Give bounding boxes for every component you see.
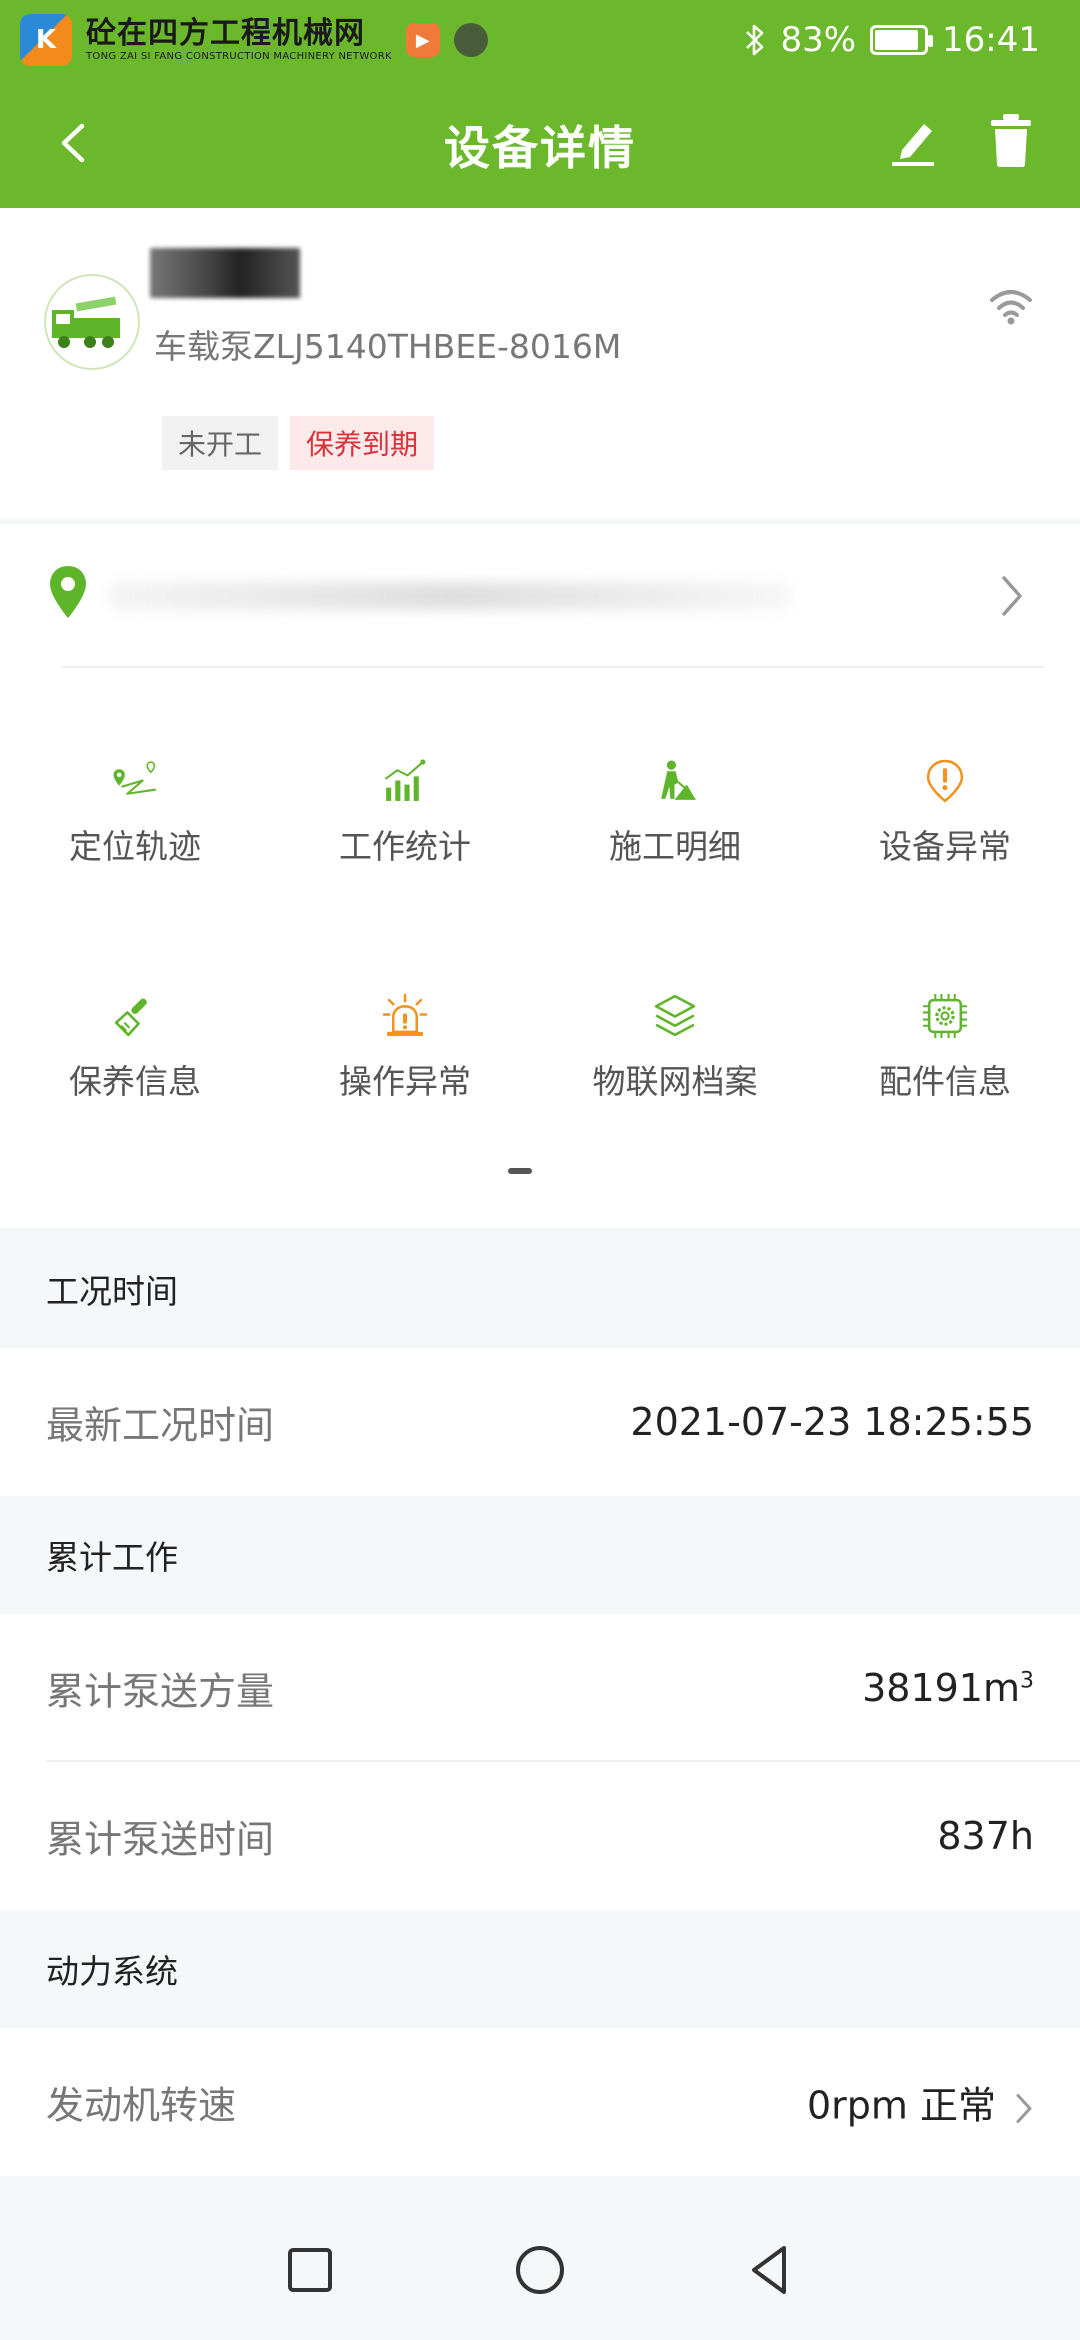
status-time: 16:41 (942, 20, 1040, 60)
wifi-signal-icon (990, 290, 1032, 325)
trash-icon[interactable] (988, 112, 1034, 168)
grid-item-maintenance-info[interactable]: 保养信息 (0, 903, 270, 1103)
back-nav-icon[interactable] (738, 2238, 802, 2302)
watermark-logo-icon: K (20, 14, 72, 66)
notification-app-icon (453, 23, 488, 57)
grid-label: 施工明细 (609, 827, 741, 866)
battery-level (875, 30, 919, 50)
grid-item-location-track[interactable]: 定位轨迹 (0, 668, 270, 868)
row-value: 38191m3 (862, 1666, 1034, 1710)
unit-superscript: 3 (1020, 1668, 1034, 1694)
section-header-cumulative-work: 累计工作 (0, 1496, 1080, 1614)
grid-label: 定位轨迹 (69, 827, 201, 866)
grid-label: 物联网档案 (592, 1062, 758, 1101)
row-latest-condition-time: 最新工况时间 2021-07-23 18:25:55 (0, 1348, 1080, 1496)
grid-item-work-statistics[interactable]: 工作统计 (270, 668, 540, 868)
statistics-icon (385, 759, 426, 801)
truck-icon (52, 296, 120, 348)
watermark-logo: 砼在四方工程机械网 TONG ZAI SI FANG CONSTRUCTION … (86, 15, 392, 62)
section-header-condition-time: 工况时间 (0, 1230, 1080, 1348)
grid-label: 设备异常 (879, 827, 1011, 866)
construction-worker-icon (661, 760, 696, 800)
row-engine-speed[interactable]: 发动机转速 0rpm 正常 (0, 2028, 1080, 2176)
title-bar: 设备详情 (0, 90, 1080, 200)
grid-label: 工作统计 (339, 827, 471, 866)
grid-label: 操作异常 (339, 1062, 471, 1101)
location-track-icon (113, 761, 156, 795)
grid-item-equipment-anomaly[interactable]: 设备异常 (810, 668, 1080, 868)
row-value: 0rpm 正常 (807, 2075, 1034, 2130)
row-value-text: 0rpm 正常 (806, 2083, 996, 2128)
row-value-text: 38191m (862, 1666, 1020, 1710)
device-name-redacted (150, 248, 300, 298)
location-row[interactable] (0, 524, 1080, 668)
row-label: 累计泵送时间 (46, 1817, 275, 1862)
location-pin-icon (50, 566, 86, 618)
row-label: 累计泵送方量 (46, 1669, 275, 1714)
brush-icon (114, 998, 147, 1037)
grid-item-iot-archive[interactable]: 物联网档案 (540, 903, 810, 1103)
device-model: 车载泵ZLJ5140THBEE-8016M (154, 327, 622, 366)
grid-item-operation-anomaly[interactable]: 操作异常 (270, 903, 540, 1103)
status-badge-idle: 未开工 (162, 416, 279, 470)
section-header-power-system: 动力系统 (0, 1910, 1080, 2028)
video-app-icon: ▶ (405, 23, 440, 57)
grid-label: 保养信息 (69, 1062, 201, 1101)
watermark-logo-text: 砼在四方工程机械网 (86, 15, 365, 51)
grid-item-parts-info[interactable]: 配件信息 (810, 903, 1080, 1103)
app-header: K 砼在四方工程机械网 TONG ZAI SI FANG CONSTRUCTIO… (0, 0, 1080, 208)
layers-icon (654, 994, 696, 1037)
chevron-right-icon (1016, 2093, 1032, 2123)
chevron-right-icon (1002, 576, 1022, 616)
grid-item-construction-details[interactable]: 施工明细 (540, 668, 810, 868)
status-right: 83% 16:41 (744, 20, 1040, 60)
battery-percent: 83% (780, 20, 857, 60)
row-cumulative-pump-volume: 累计泵送方量 38191m3 (0, 1614, 1080, 1762)
pencil-icon[interactable] (888, 114, 938, 168)
chevron-left-icon[interactable] (50, 118, 100, 168)
grid-label: 配件信息 (879, 1062, 1011, 1101)
truck-avatar (44, 274, 140, 370)
bluetooth-icon (746, 24, 764, 56)
status-bar: K 砼在四方工程机械网 TONG ZAI SI FANG CONSTRUCTIO… (0, 0, 1080, 80)
home-icon[interactable] (508, 2238, 572, 2302)
system-nav-bar (0, 2200, 1080, 2340)
device-card: 车载泵ZLJ5140THBEE-8016M 未开工 保养到期 (0, 208, 1080, 518)
watermark-logo-subtext: TONG ZAI SI FANG CONSTRUCTION MACHINERY … (86, 50, 392, 62)
status-left: K 砼在四方工程机械网 TONG ZAI SI FANG CONSTRUCTIO… (20, 14, 488, 66)
row-value: 837h (937, 1814, 1034, 1858)
page-indicator (508, 1168, 532, 1174)
row-cumulative-pump-time: 累计泵送时间 837h (0, 1762, 1080, 1910)
row-value: 2021-07-23 18:25:55 (630, 1400, 1034, 1444)
alarm-light-icon (382, 993, 428, 1036)
warning-icon (926, 759, 964, 803)
chip-gear-icon (923, 994, 967, 1038)
function-grid: 定位轨迹 工作统计 施工明细 设备异常 保养信息 操作异常 物联网档案 配件信息 (0, 668, 1080, 1228)
recent-apps-icon[interactable] (278, 2238, 342, 2302)
location-address-redacted (110, 582, 790, 610)
status-badge-maintenance-due: 保养到期 (290, 416, 435, 470)
row-label: 最新工况时间 (46, 1403, 275, 1448)
page-title: 设备详情 (444, 121, 636, 175)
battery-icon (870, 25, 934, 55)
row-label: 发动机转速 (46, 2083, 237, 2128)
